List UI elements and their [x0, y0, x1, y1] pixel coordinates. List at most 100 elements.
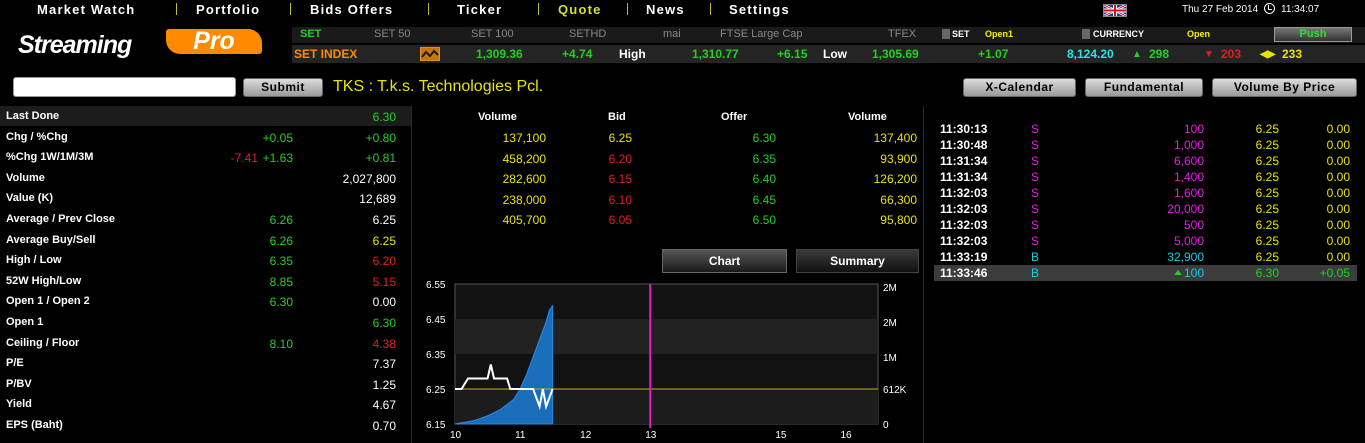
time-axis-tick: 15: [775, 430, 787, 441]
menu-item-market-watch[interactable]: Market Watch: [37, 2, 135, 17]
stat-row: P/BV 1.25: [0, 374, 411, 394]
stat-row: Average / Prev Close 6.26 6.25: [0, 209, 411, 229]
ticker-change: +0.05: [1319, 266, 1350, 280]
tab-index-set[interactable]: SET: [300, 28, 321, 40]
stat-label: Value (K): [6, 192, 54, 205]
bid-price-cell[interactable]: 6.15: [542, 172, 632, 186]
chart-svg[interactable]: 6.55 6.45 6.35 6.25 6.15 2M 2M 1M 612K 0 10 11 12 13 1…: [412, 274, 923, 443]
index-high-change: +6.15: [777, 47, 808, 61]
bid-price-cell[interactable]: 6.25: [542, 131, 632, 145]
stat-label: High / Low: [6, 254, 62, 267]
bid-price-cell[interactable]: 6.20: [542, 152, 632, 166]
offer-header: Offer: [721, 111, 748, 123]
offer-price-cell[interactable]: 6.40: [686, 172, 776, 186]
offer-volume-cell[interactable]: 95,800: [827, 213, 917, 227]
symbol-search-input[interactable]: [13, 77, 236, 97]
uk-flag-icon[interactable]: [1103, 3, 1127, 18]
intraday-chart[interactable]: 6.55 6.45 6.35 6.25 6.15 2M 2M 1M 612K 0 10 11 12 13 1…: [412, 274, 923, 443]
stat-label: Last Done: [6, 110, 60, 122]
offer-volume-cell[interactable]: 66,300: [827, 193, 917, 207]
ticker-time: 11:30:48: [940, 138, 988, 152]
ticker-change: 0.00: [1326, 170, 1350, 184]
ticker-change: 0.00: [1326, 250, 1350, 264]
ticker-row: 11:32:03 S 5,000 6.25 0.00: [934, 233, 1357, 249]
current-date: Thu 27 Feb 2014: [1182, 4, 1259, 15]
index-name[interactable]: SET INDEX: [294, 47, 357, 61]
tab-index-tfex[interactable]: TFEX: [888, 28, 916, 40]
submit-button[interactable]: Submit: [243, 78, 323, 97]
stat-row: 52W High/Low 8.85 5.15: [0, 271, 411, 291]
fundamental-button[interactable]: Fundamental: [1085, 78, 1203, 97]
menu-item-portfolio[interactable]: Portfolio: [196, 2, 260, 17]
index-low-label: Low: [823, 47, 847, 61]
ticker-side: S: [1031, 138, 1040, 152]
stat-row: Open 1 6.30: [0, 312, 411, 332]
offer-volume-cell[interactable]: 93,900: [827, 152, 917, 166]
tab-index-sethd[interactable]: SETHD: [569, 28, 606, 40]
index-low: 1,305.69: [872, 47, 919, 61]
ticker-row: 11:32:03 S 1,600 6.25 0.00: [934, 185, 1357, 201]
tab-index-ftse[interactable]: FTSE Large Cap: [720, 28, 803, 40]
stat-value-1: +1.63: [262, 151, 293, 166]
offer-price-cell[interactable]: 6.35: [686, 152, 776, 166]
price-axis-tick: 6.35: [426, 350, 446, 361]
volume-axis-tick: 2M: [883, 283, 897, 294]
ticker-price: 6.25: [1255, 250, 1279, 264]
offer-volume-cell[interactable]: 126,200: [827, 172, 917, 186]
index-low-change: +1.07: [978, 47, 1009, 61]
stat-value-2: 12,689: [359, 192, 396, 207]
stat-label: Average Buy/Sell: [6, 233, 96, 246]
currency-status-indicator: [1082, 29, 1090, 39]
bid-volume-cell[interactable]: 238,000: [456, 193, 546, 207]
menu-item-bids-offers[interactable]: Bids Offers: [310, 2, 393, 17]
ticker-price: 6.25: [1255, 170, 1279, 184]
offer-price-cell[interactable]: 6.30: [686, 131, 776, 145]
ticker-change: 0.00: [1326, 202, 1350, 216]
ticker-row: 11:32:03 S 500 6.25 0.00: [934, 217, 1357, 233]
set-market-label: SET: [952, 29, 970, 39]
decline-count: 203: [1221, 47, 1242, 61]
volume-axis-tick: 0: [883, 420, 889, 431]
menu-item-news[interactable]: News: [646, 2, 685, 17]
bid-volume-cell[interactable]: 458,200: [456, 152, 546, 166]
ticker-row: 11:33:46 B 100 6.30 +0.05: [934, 265, 1357, 281]
menu-separator: [290, 3, 291, 15]
bid-price-cell[interactable]: 6.05: [542, 213, 632, 227]
bid-volume-cell[interactable]: 137,100: [456, 131, 546, 145]
up-arrow-icon: [1174, 270, 1182, 275]
stat-value-2: 6.30: [372, 316, 396, 330]
bid-volume-cell[interactable]: 282,600: [456, 172, 546, 186]
stat-label: Open 1: [6, 316, 44, 328]
ticker-change: 0.00: [1326, 138, 1350, 152]
bid-volume-cell[interactable]: 405,700: [456, 213, 546, 227]
streamingpro-logo: Streaming: [18, 31, 132, 59]
offer-price-cell[interactable]: 6.50: [686, 213, 776, 227]
offer-price-cell[interactable]: 6.45: [686, 193, 776, 207]
price-axis-tick: 6.25: [426, 385, 446, 396]
ticker-price: 6.25: [1255, 138, 1279, 152]
bid-price-cell[interactable]: 6.10: [542, 193, 632, 207]
ticker-price: 6.25: [1255, 122, 1279, 136]
plot-band: [455, 319, 878, 354]
stat-value-2: 4.38: [372, 336, 396, 351]
menu-item-settings[interactable]: Settings: [729, 2, 790, 17]
menu-item-ticker[interactable]: Ticker: [457, 2, 502, 17]
ticker-volume: 100: [1183, 266, 1204, 280]
price-axis-tick: 6.55: [426, 280, 446, 291]
offer-volume-cell[interactable]: 137,400: [827, 131, 917, 145]
stat-row: Chg / %Chg +0.05 +0.80: [0, 127, 411, 147]
push-button[interactable]: Push: [1274, 27, 1352, 42]
tab-index-set100[interactable]: SET 100: [471, 28, 514, 40]
sparkline-icon[interactable]: [420, 47, 440, 61]
menu-item-quote[interactable]: Quote: [558, 2, 602, 17]
x-calendar-button[interactable]: X-Calendar: [963, 78, 1076, 97]
tab-index-mai[interactable]: mai: [663, 28, 681, 40]
ticker-volume: 500: [1183, 218, 1204, 232]
tab-summary[interactable]: Summary: [796, 249, 919, 273]
tab-chart[interactable]: Chart: [662, 249, 787, 273]
volume-by-price-button[interactable]: Volume By Price: [1212, 78, 1357, 97]
tab-index-set50[interactable]: SET 50: [374, 28, 411, 40]
ticker-price: 6.25: [1255, 218, 1279, 232]
stat-label: 52W High/Low: [6, 274, 82, 287]
index-high: 1,310.77: [692, 47, 739, 61]
